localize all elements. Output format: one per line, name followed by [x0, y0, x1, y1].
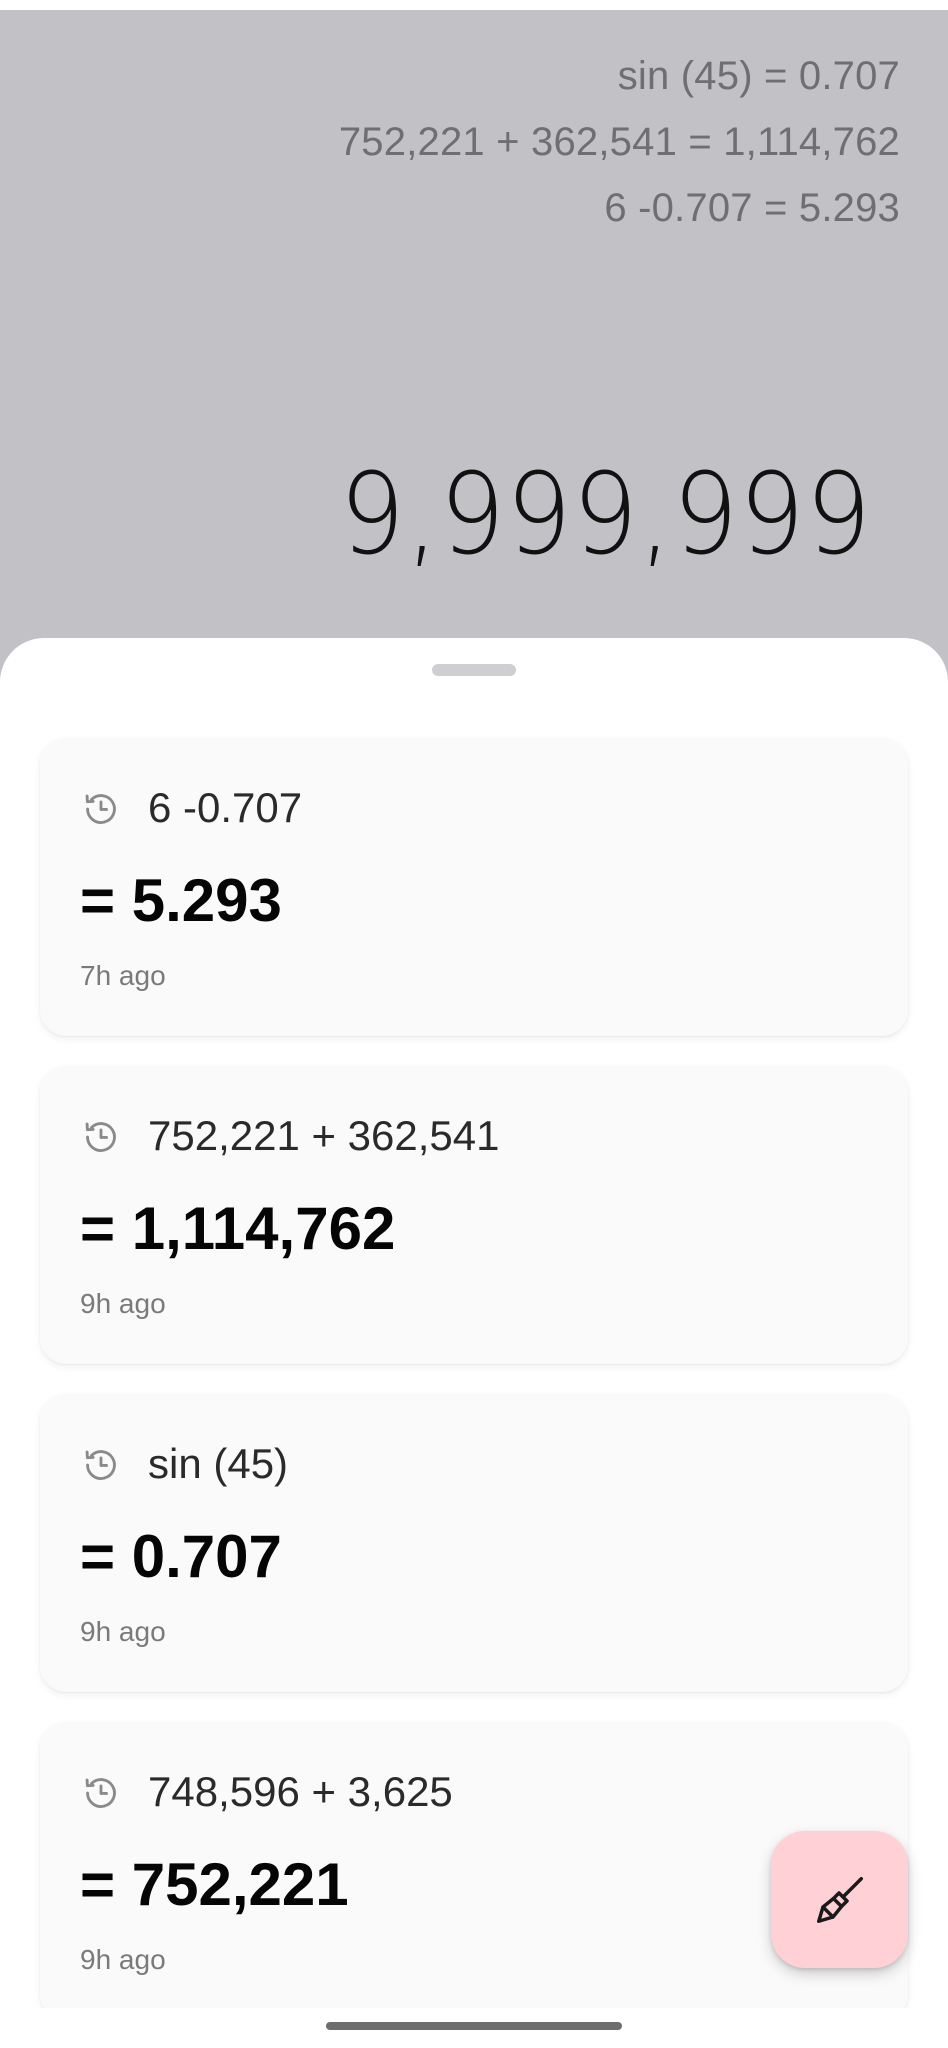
history-expression: 6 -0.707 — [148, 784, 303, 831]
display-history-line[interactable]: 6 -0.707 = 5.293 — [604, 186, 900, 231]
history-result: = 5.293 — [80, 867, 282, 934]
display-history-line[interactable]: sin (45) = 0.707 — [618, 54, 900, 99]
history-result: = 0.707 — [80, 1523, 282, 1590]
history-clock-icon — [85, 794, 116, 824]
current-value: 9,999,999 — [339, 450, 872, 580]
history-clock-icon — [85, 1450, 116, 1480]
sheet-drag-handle[interactable] — [432, 664, 516, 676]
history-result: = 1,114,762 — [80, 1195, 396, 1262]
history-timestamp: 9h ago — [80, 1616, 166, 1647]
history-result: = 752,221 — [80, 1851, 349, 1918]
history-card[interactable]: 6 -0.707 = 5.293 7h ago — [40, 738, 908, 1036]
history-timestamp: 9h ago — [80, 1288, 166, 1319]
history-expression: sin (45) — [148, 1440, 289, 1487]
history-timestamp: 9h ago — [80, 1944, 166, 1975]
history-expression: 748,596 + 3,625 — [148, 1768, 453, 1815]
status-bar-area — [0, 0, 948, 10]
history-clock-icon — [85, 1122, 116, 1152]
calculator-screen: sin (45) = 0.707 752,221 + 362,541 = 1,1… — [0, 0, 948, 2048]
history-timestamp: 7h ago — [80, 960, 166, 991]
history-clock-icon — [85, 1778, 116, 1808]
display-history-line[interactable]: 752,221 + 362,541 = 1,114,762 — [339, 120, 900, 165]
history-card[interactable]: sin (45) = 0.707 9h ago — [40, 1394, 908, 1692]
history-card[interactable]: 752,221 + 362,541 = 1,114,762 9h ago — [40, 1066, 908, 1364]
broom-icon — [816, 1876, 863, 1923]
calculator-display: sin (45) = 0.707 752,221 + 362,541 = 1,1… — [0, 10, 948, 650]
home-indicator[interactable] — [326, 2022, 622, 2030]
clear-history-button[interactable] — [771, 1831, 908, 1968]
history-expression: 752,221 + 362,541 — [148, 1112, 500, 1159]
